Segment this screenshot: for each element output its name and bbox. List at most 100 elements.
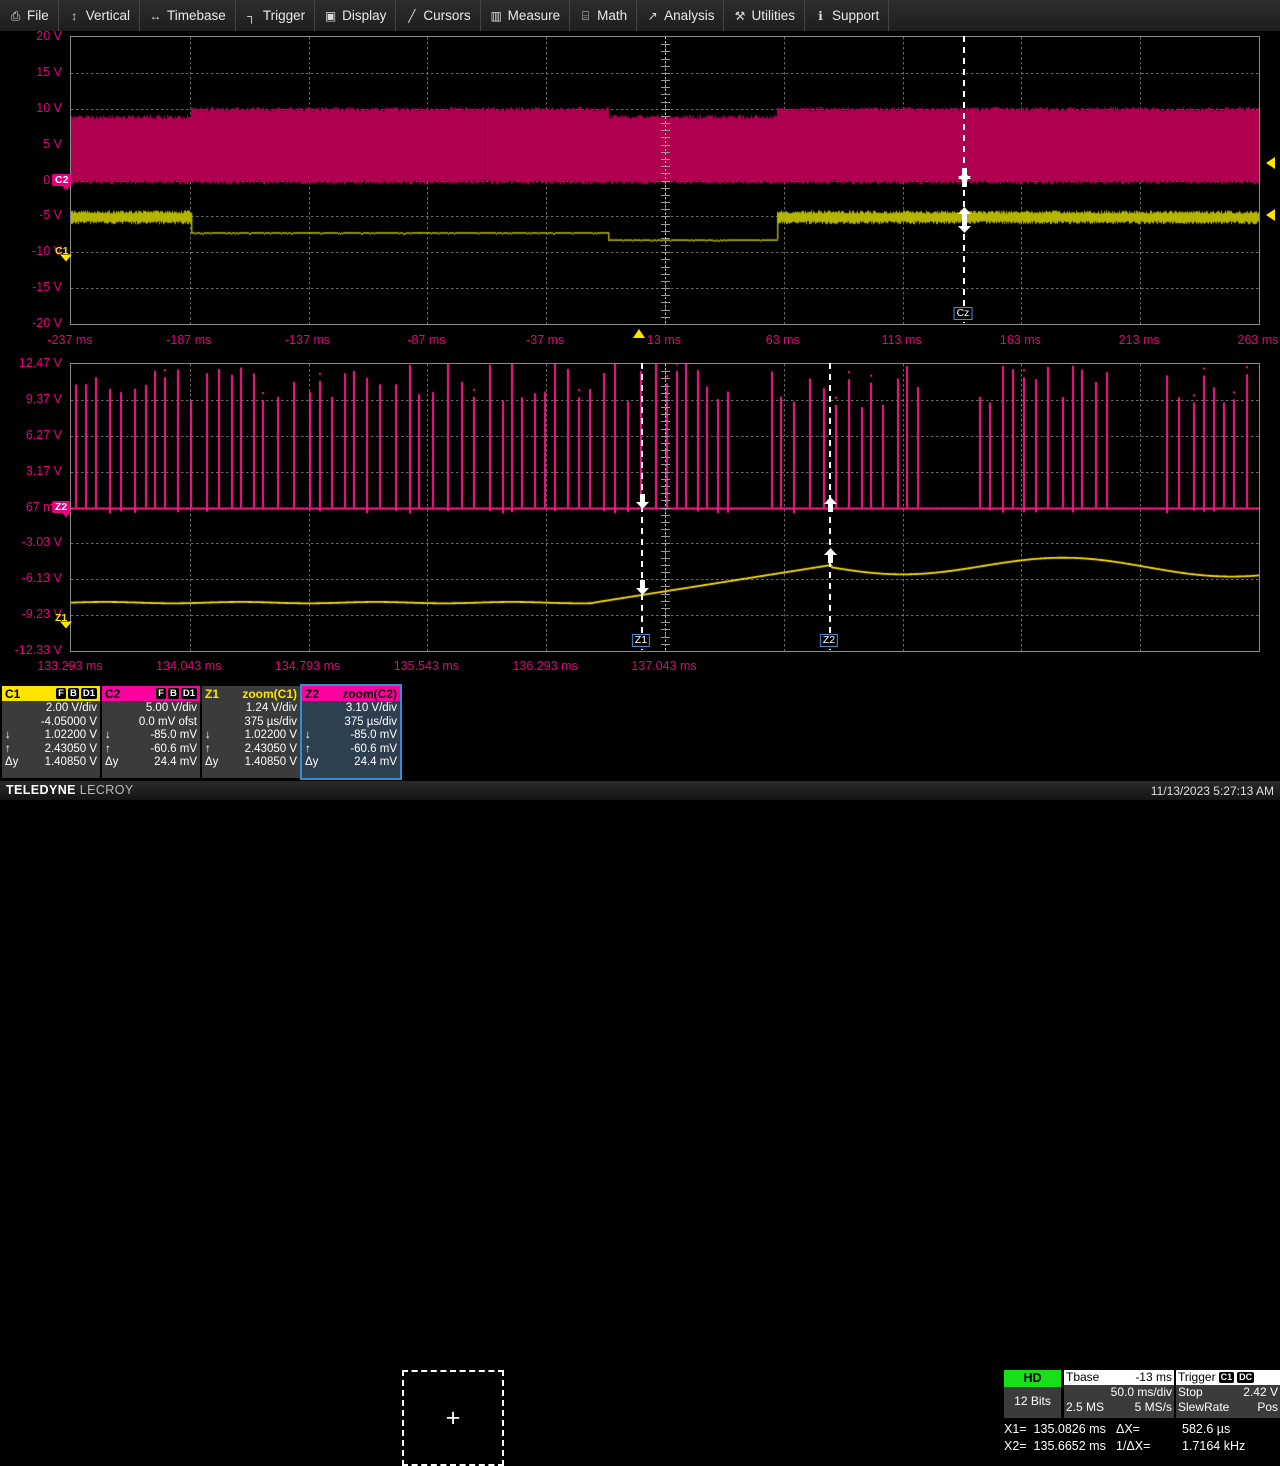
trigger-position-marker[interactable] xyxy=(633,329,645,338)
descriptor-row-label xyxy=(305,716,318,730)
menu-item-measure[interactable]: ▥Measure xyxy=(481,0,571,31)
right-edge-marker-c1[interactable] xyxy=(1266,209,1275,221)
descriptor-header[interactable]: C1FBD1 xyxy=(2,686,100,701)
descriptor-flag-f[interactable]: F xyxy=(56,688,66,699)
add-trace-button[interactable]: + xyxy=(402,1370,504,1466)
x-axis-tick-label: -187 ms xyxy=(166,333,211,347)
channel-offset-arrow-z2[interactable] xyxy=(60,510,72,517)
cursor-arrow-up[interactable] xyxy=(824,548,837,568)
descriptor-row: Δy24.4 mV xyxy=(105,756,197,770)
menu-item-file[interactable]: ⎙File xyxy=(0,0,59,31)
cursor-icon: ╱ xyxy=(405,9,418,23)
descriptor-row-label: ↓ xyxy=(305,729,318,743)
plus-icon: + xyxy=(446,1406,461,1431)
channel-offset-arrow-c2[interactable] xyxy=(60,183,72,190)
descriptor-row: Δy24.4 mV xyxy=(305,756,397,770)
descriptor-c1[interactable]: C1FBD12.00 V/div-4.05000 V↓1.02200 V↑2.4… xyxy=(2,686,100,778)
descriptor-flag-d1[interactable]: D1 xyxy=(81,688,97,699)
menu-item-display[interactable]: ▣ Display xyxy=(315,0,396,31)
x-axis-tick-label: 113 ms xyxy=(882,333,922,347)
menu-bar-filler xyxy=(889,0,1280,31)
main-grid[interactable] xyxy=(70,36,1260,325)
cursor-x2-value: 135.6652 ms xyxy=(1034,1439,1106,1453)
descriptor-title: Z1 xyxy=(205,687,219,701)
menu-item-label: Timebase xyxy=(167,8,226,23)
menu-item-label: Display xyxy=(342,8,386,23)
analysis-chart-icon: ↗ xyxy=(646,9,659,23)
descriptor-title: Z2 xyxy=(305,687,319,701)
descriptor-rows: 5.00 V/div0.0 mV ofst↓-85.0 mV↑-60.6 mVΔ… xyxy=(102,701,200,770)
menu-item-timebase[interactable]: ↔Timebase xyxy=(140,0,236,31)
descriptor-flag-f[interactable]: F xyxy=(156,688,166,699)
descriptor-row-label: ↓ xyxy=(205,729,218,743)
descriptor-row: -4.05000 V xyxy=(5,716,97,730)
descriptor-row-value: 2.43050 V xyxy=(18,743,97,757)
descriptor-row-value: 1.02200 V xyxy=(18,729,97,743)
cursor-label-z2[interactable]: Z2 xyxy=(820,634,838,647)
trigger-source-badge: C1 xyxy=(1219,1372,1235,1383)
descriptor-header[interactable]: C2 FBD1 xyxy=(102,686,200,701)
cursor-arrow-down[interactable] xyxy=(636,580,649,600)
display-screen-icon: ▣ xyxy=(324,9,337,23)
descriptor-title: C2 xyxy=(105,687,120,701)
cursor-label-z1[interactable]: Z1 xyxy=(632,634,650,647)
descriptor-c2[interactable]: C2 FBD1 5.00 V/div0.0 mV ofst↓-85.0 mV↑-60… xyxy=(102,686,200,778)
y-axis-tick-label: 20 V xyxy=(0,29,62,43)
support-info-icon: ℹ xyxy=(814,9,827,23)
descriptor-row-label xyxy=(205,702,218,716)
cursor-arrow-up[interactable] xyxy=(824,497,837,517)
descriptor-row-label: Δy xyxy=(105,756,118,770)
descriptor-row-value: 5.00 V/div xyxy=(118,702,197,716)
trigger-box[interactable]: Trigger C1 DC Stop 2.42 V SlewRate Pos xyxy=(1176,1370,1280,1418)
cursor-arrow-down[interactable] xyxy=(958,218,971,238)
cursor-label-cz[interactable]: Cz xyxy=(954,307,973,320)
trigger-level: 2.42 V xyxy=(1243,1385,1278,1400)
hd-mode-box[interactable]: HD 12 Bits xyxy=(1004,1370,1061,1418)
zoom-grid[interactable] xyxy=(70,363,1260,652)
x-axis-tick-label: 134.793 ms xyxy=(275,659,340,673)
descriptor-flags[interactable]: FBD1 xyxy=(156,688,197,699)
timebase-memory: 2.5 MS xyxy=(1066,1400,1104,1415)
y-axis-tick-label: 10 V xyxy=(0,101,62,115)
menu-item-vertical[interactable]: ↕Vertical xyxy=(59,0,140,31)
cursor-arrow-up[interactable] xyxy=(958,172,971,192)
descriptor-flags[interactable]: FBD1 xyxy=(56,688,97,699)
descriptor-flag-b[interactable]: B xyxy=(68,688,79,699)
descriptor-header[interactable]: Z2 zoom(C2) xyxy=(302,686,400,701)
y-axis-tick-label: 5 V xyxy=(0,137,62,151)
descriptor-header[interactable]: Z1zoom(C1) xyxy=(202,686,300,701)
x-axis-tick-label: 137.043 ms xyxy=(631,659,696,673)
zoom-region-left-arrow[interactable]: ← xyxy=(64,657,77,670)
descriptor-z2[interactable]: Z2zoom(C2)3.10 V/div375 µs/div↓-85.0 mV↑… xyxy=(302,686,400,778)
menu-item-cursors[interactable]: ╱Cursors xyxy=(396,0,480,31)
menu-item-trigger[interactable]: ┐Trigger xyxy=(236,0,315,31)
menu-item-label: Math xyxy=(597,8,627,23)
timestamp: 11/13/2023 5:27:13 AM xyxy=(1151,784,1274,798)
descriptor-row-label xyxy=(5,716,18,730)
cursor-arrow-down[interactable] xyxy=(636,494,649,514)
descriptor-row-label xyxy=(105,716,118,730)
brand-teledyne: TELEDYNE xyxy=(6,783,76,797)
descriptor-z1[interactable]: Z1zoom(C1)1.24 V/div375 µs/div↓1.02200 V… xyxy=(202,686,300,778)
utilities-wrench-icon: ⚒ xyxy=(733,9,746,23)
y-axis-tick-label: 9.37 V xyxy=(0,392,62,406)
x-axis-tick-label: 134.043 ms xyxy=(156,659,221,673)
channel-offset-arrow-z1[interactable] xyxy=(60,622,72,629)
menu-item-support[interactable]: ℹSupport xyxy=(805,0,889,31)
brand-logo: TELEDYNE LECROY xyxy=(6,783,134,797)
menu-item-utilities[interactable]: ⚒Utilities xyxy=(724,0,805,31)
menu-item-analysis[interactable]: ↗Analysis xyxy=(637,0,724,31)
right-edge-marker-c2[interactable] xyxy=(1266,157,1275,169)
trigger-coupling-badge: DC xyxy=(1237,1372,1254,1383)
descriptor-flag-d1[interactable]: D1 xyxy=(181,688,197,699)
descriptor-row: 1.24 V/div xyxy=(205,702,297,716)
descriptor-row-value: -60.6 mV xyxy=(318,743,397,757)
descriptor-subtitle: zoom(C2) xyxy=(342,687,397,701)
descriptor-flag-b[interactable]: B xyxy=(168,688,179,699)
timebase-box[interactable]: Tbase -13 ms 50.0 ms/div 2.5 MS 5 MS/s xyxy=(1064,1370,1174,1418)
descriptor-row-label: ↑ xyxy=(205,743,218,757)
channel-offset-arrow-c1[interactable] xyxy=(60,255,72,262)
y-axis-tick-label: -12.33 V xyxy=(0,643,62,657)
descriptor-row-label: Δy xyxy=(5,756,18,770)
menu-item-math[interactable]: ⌸Math xyxy=(570,0,637,31)
